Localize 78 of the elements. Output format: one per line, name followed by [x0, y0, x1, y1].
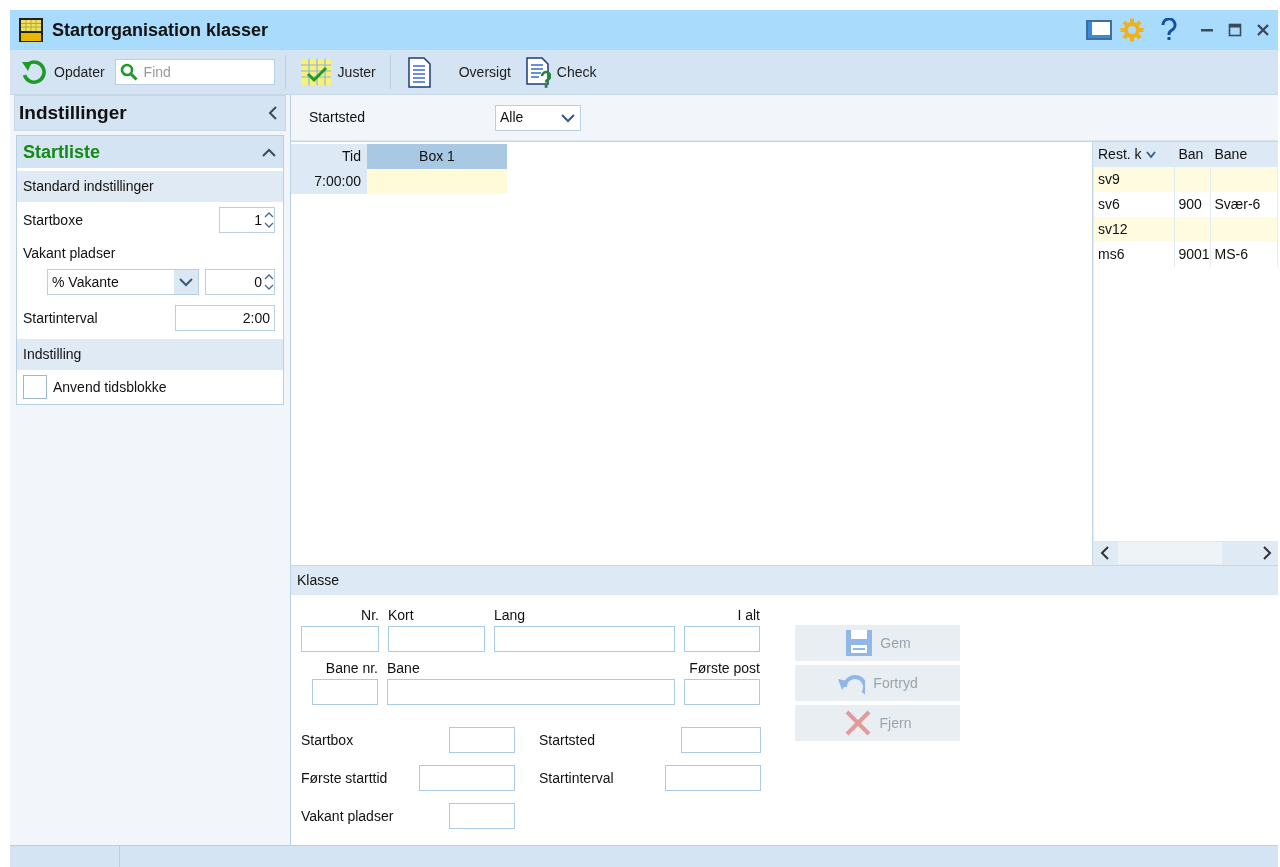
field-label: Første starttid [301, 768, 388, 788]
text-field[interactable] [494, 626, 675, 652]
table-cell[interactable]: MS-6 [1210, 242, 1278, 267]
field-label: Vakant pladser [23, 244, 116, 263]
window-title: Startorganisation klasser [52, 18, 269, 42]
checkbox[interactable] [23, 375, 47, 399]
chevron-down-icon [561, 112, 576, 123]
panel-icon[interactable] [1086, 20, 1112, 40]
chevron-up-icon[interactable] [261, 147, 277, 157]
refresh-button[interactable]: Opdater [16, 56, 109, 88]
check-button[interactable]: Check [520, 54, 601, 90]
field-label: Kort [388, 606, 415, 625]
field-label: Bane [387, 659, 421, 678]
save-icon [844, 629, 873, 657]
close-icon [843, 709, 872, 737]
scroll-left-icon[interactable] [1100, 546, 1110, 560]
text-field[interactable] [684, 626, 760, 652]
field-label: Nr. [360, 606, 379, 625]
spinner-arrows-icon[interactable] [264, 272, 274, 292]
close-icon[interactable] [1256, 23, 1270, 37]
field-label: I alt [736, 606, 760, 625]
text-field[interactable] [684, 679, 760, 705]
filter-label: Startsted [309, 108, 366, 127]
field-label: Lang [494, 606, 527, 625]
search-field[interactable]: Find [114, 59, 275, 85]
text-field[interactable] [387, 679, 675, 705]
column-header[interactable]: Bane [1210, 142, 1278, 167]
text-field[interactable] [449, 803, 515, 829]
calendar-icon [18, 17, 44, 43]
field-label: Startinterval [23, 308, 98, 328]
panel-title: Indstillinger [19, 100, 127, 125]
text-field[interactable] [301, 626, 379, 652]
field-label: Bane nr. [324, 659, 378, 678]
sort-chevron-icon [1145, 151, 1156, 160]
dropdown[interactable]: % Vakante [47, 269, 199, 295]
column-header: Tid [291, 144, 367, 169]
text-field[interactable] [312, 679, 378, 705]
scroll-right-icon[interactable] [1262, 546, 1272, 560]
settings-icon[interactable] [1120, 18, 1144, 42]
group-heading: Standard indstillinger [17, 171, 283, 202]
collapse-icon[interactable] [267, 105, 279, 121]
time-cell: 7:00:00 [291, 169, 367, 194]
column-header[interactable]: Rest. k [1094, 142, 1174, 167]
table-check-icon [299, 56, 332, 88]
text-field[interactable] [449, 727, 515, 753]
adjust-button[interactable]: Juster [295, 54, 380, 90]
spinner-arrows-icon[interactable] [264, 210, 274, 230]
section-title: Startliste [23, 140, 101, 164]
field-label: Startinterval [539, 768, 614, 788]
field-label: Startbox [301, 730, 354, 750]
number-spinner[interactable]: 0 [205, 269, 275, 295]
chevron-down-icon [179, 277, 193, 287]
text-field[interactable] [665, 765, 761, 791]
overview-button[interactable]: Oversigt [400, 54, 515, 90]
field-label: Første post [688, 659, 760, 678]
group-heading: Indstilling [17, 339, 283, 370]
dropdown[interactable]: Alle [495, 104, 582, 131]
maximize-icon[interactable] [1228, 23, 1242, 37]
document-question-icon [524, 56, 551, 88]
number-spinner[interactable]: 1 [219, 207, 275, 233]
slot-cell[interactable] [367, 169, 507, 194]
field-label: Startboxe [23, 210, 83, 230]
table-cell[interactable]: 9001 [1174, 242, 1210, 267]
field-label: Vakant pladser [301, 806, 394, 826]
text-field[interactable] [419, 765, 515, 791]
text-field[interactable]: 2:00 [175, 305, 275, 331]
checkbox-label: Anvend tidsblokke [53, 377, 167, 397]
text-field[interactable] [681, 727, 761, 753]
form-heading: Klasse [291, 565, 1278, 595]
text-field[interactable] [388, 626, 485, 652]
column-header: Box 1 [367, 144, 507, 169]
column-header[interactable]: Ban [1174, 142, 1210, 167]
field-label: Startsted [539, 730, 596, 750]
scrollbar-thumb[interactable] [1118, 542, 1222, 564]
search-icon [119, 63, 138, 81]
table-cell[interactable]: ms6 [1094, 242, 1174, 267]
refresh-icon [20, 58, 48, 86]
help-icon[interactable] [1160, 18, 1178, 42]
